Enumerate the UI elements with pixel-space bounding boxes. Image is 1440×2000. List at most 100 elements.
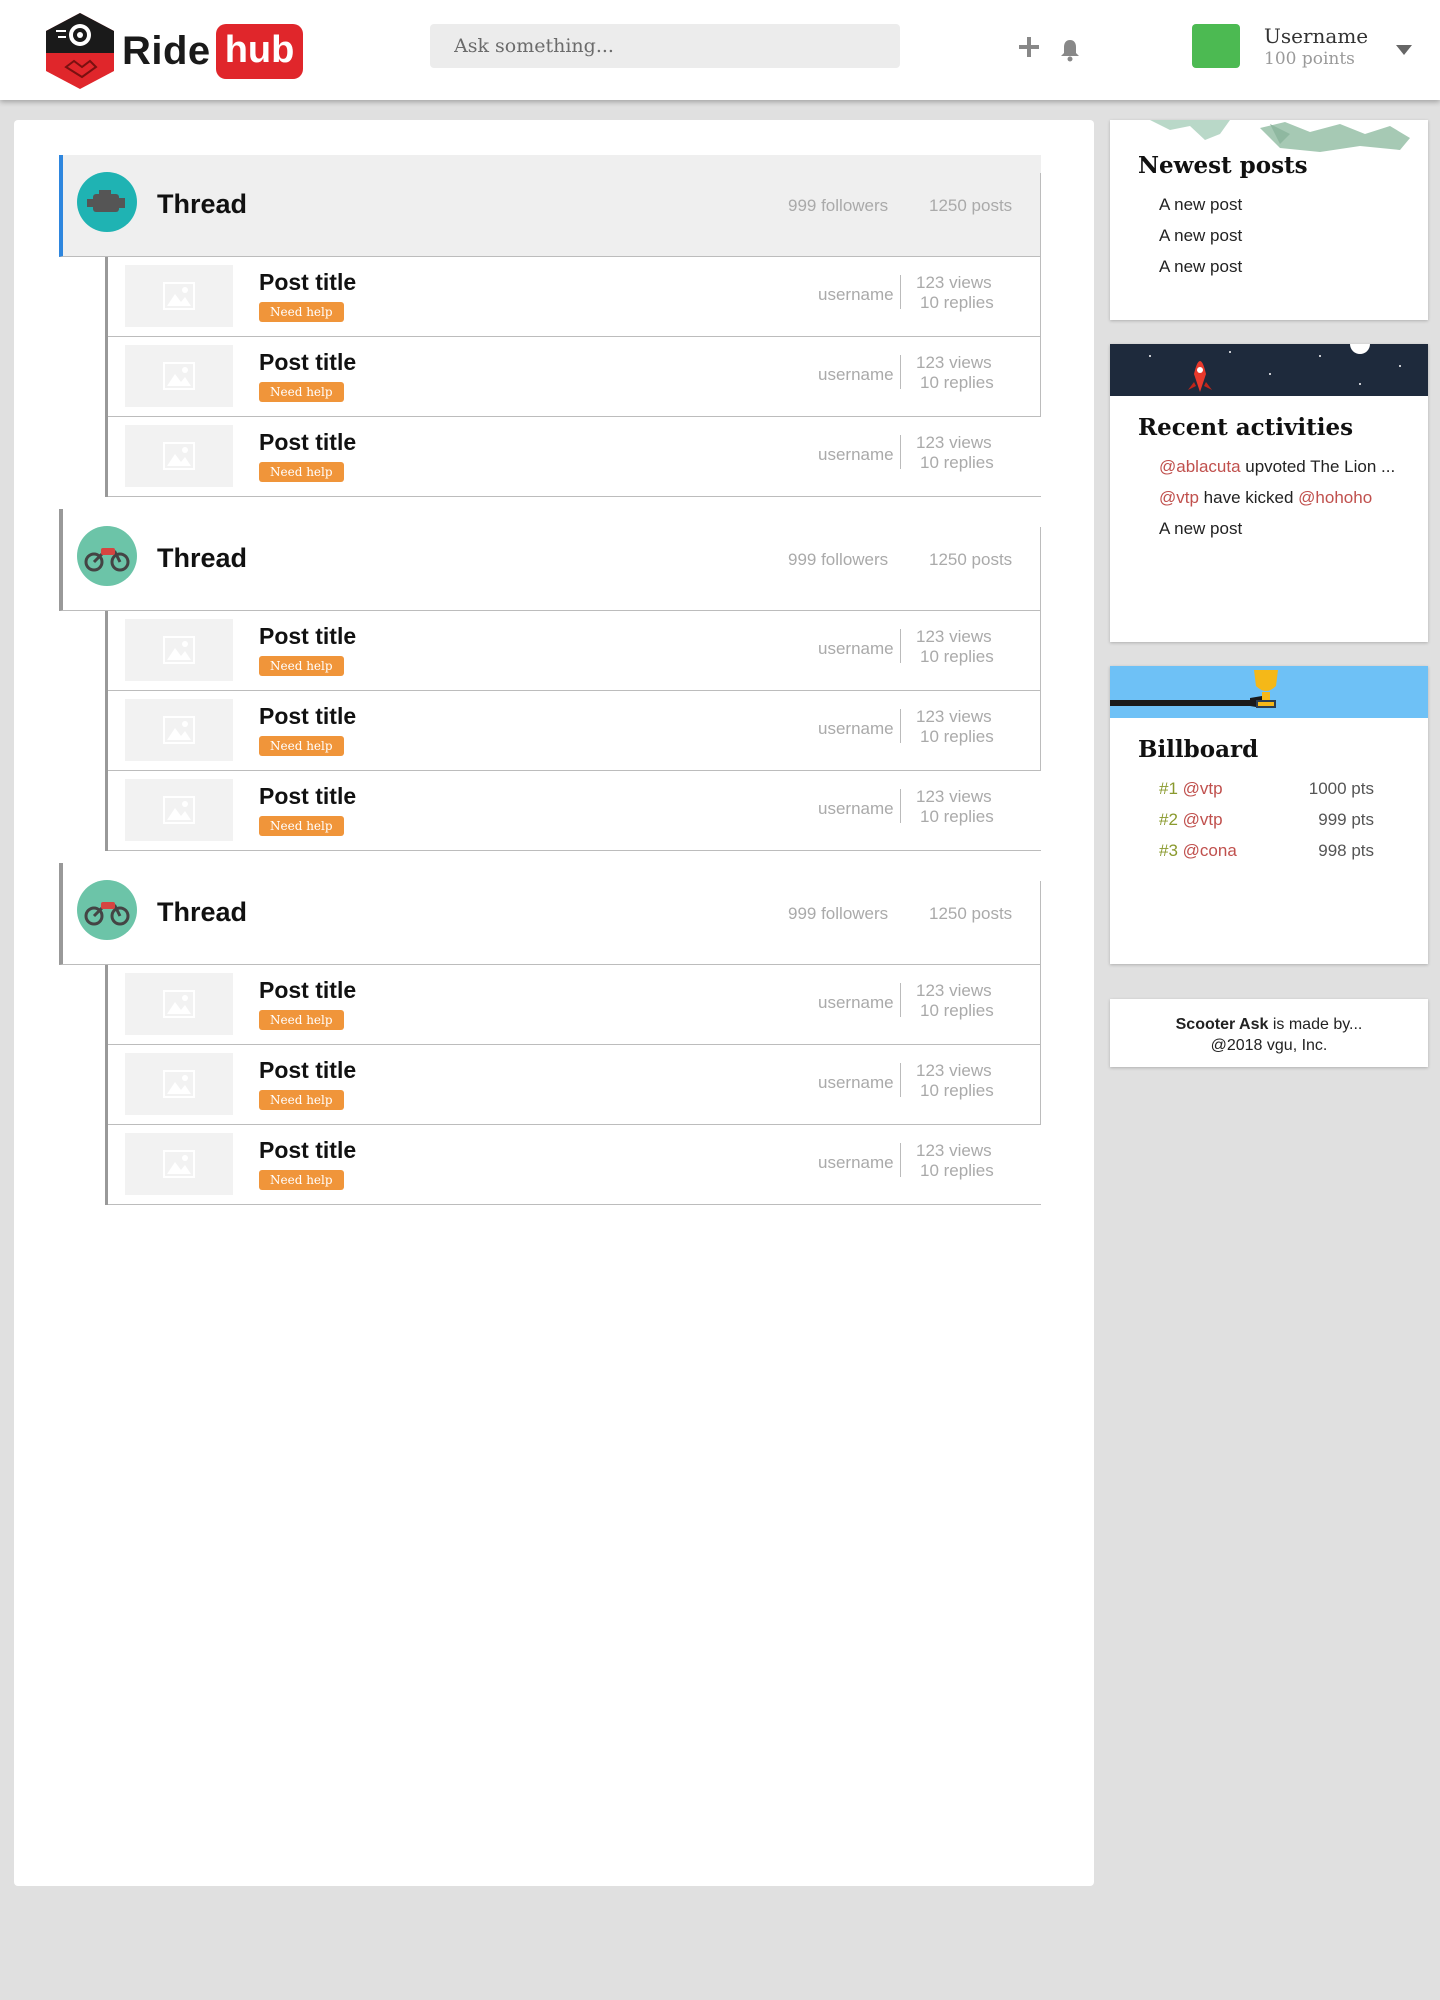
divider bbox=[900, 275, 901, 309]
divider bbox=[900, 1143, 901, 1177]
user-mention-link[interactable]: @ablacuta bbox=[1159, 457, 1241, 476]
thread-header[interactable]: Thread 999 followers 1250 posts bbox=[59, 509, 1041, 611]
trophy-banner bbox=[1110, 666, 1428, 718]
post-author[interactable]: username bbox=[818, 639, 894, 659]
divider bbox=[900, 435, 901, 469]
newest-post-link[interactable]: A new post bbox=[1159, 189, 1428, 220]
image-placeholder-icon bbox=[125, 699, 233, 761]
thread-title[interactable]: Thread bbox=[157, 543, 247, 574]
post-row[interactable]: Post title Need help username 123 views … bbox=[108, 1125, 1041, 1205]
post-author[interactable]: username bbox=[818, 719, 894, 739]
rank-label: #2 bbox=[1159, 810, 1178, 829]
newest-post-link[interactable]: A new post bbox=[1159, 220, 1428, 251]
user-avatar[interactable] bbox=[1192, 24, 1240, 68]
post-views: 123 views bbox=[916, 981, 992, 1000]
user-mention-link[interactable]: @cona bbox=[1183, 841, 1237, 860]
post-row[interactable]: Post title Need help username 123 views … bbox=[108, 771, 1041, 851]
post-views: 123 views bbox=[916, 707, 992, 726]
post-row[interactable]: Post title Need help username 123 views … bbox=[108, 1045, 1041, 1125]
post-title[interactable]: Post title bbox=[259, 429, 356, 456]
post-list: Post title Need help username 123 views … bbox=[105, 257, 1041, 497]
top-header: Ride hub Username 100 points bbox=[0, 0, 1440, 100]
post-title[interactable]: Post title bbox=[259, 349, 356, 376]
user-mention-link[interactable]: @vtp bbox=[1183, 810, 1223, 829]
post-author[interactable]: username bbox=[818, 1153, 894, 1173]
image-placeholder-icon bbox=[125, 425, 233, 487]
post-author[interactable]: username bbox=[818, 799, 894, 819]
user-points-label: 100 points bbox=[1264, 49, 1355, 69]
recent-activities-title: Recent activities bbox=[1138, 414, 1354, 441]
need-help-badge: Need help bbox=[259, 1010, 344, 1030]
post-row[interactable]: Post title Need help username 123 views … bbox=[108, 965, 1041, 1045]
post-author[interactable]: username bbox=[818, 993, 894, 1013]
points-label: 998 pts bbox=[1318, 841, 1374, 860]
post-title[interactable]: Post title bbox=[259, 623, 356, 650]
need-help-badge: Need help bbox=[259, 816, 344, 836]
logo-hub-text: hub bbox=[215, 23, 304, 79]
footer-copyright: @2018 vgu, Inc. bbox=[1210, 1037, 1328, 1054]
notification-bell-icon[interactable] bbox=[1058, 38, 1082, 67]
ridehub-logo[interactable]: Ride hub bbox=[42, 10, 304, 92]
rank-label: #3 bbox=[1159, 841, 1178, 860]
activity-item: @ablacuta upvoted The Lion ... bbox=[1159, 451, 1428, 482]
post-row[interactable]: Post title Need help username 123 views … bbox=[108, 691, 1041, 771]
search-input[interactable] bbox=[430, 24, 900, 68]
need-help-badge: Need help bbox=[259, 1090, 344, 1110]
thread-followers: 999 followers bbox=[788, 904, 889, 923]
username-label: Username bbox=[1264, 24, 1369, 48]
post-views: 123 views bbox=[916, 273, 992, 292]
post-row[interactable]: Post title Need help username 123 views … bbox=[108, 417, 1041, 497]
need-help-badge: Need help bbox=[259, 382, 344, 402]
thread-block: Thread 999 followers 1250 posts Post tit… bbox=[59, 509, 1041, 851]
activity-text[interactable]: A new post bbox=[1159, 519, 1242, 538]
newest-posts-list: A new post A new post A new post bbox=[1159, 189, 1428, 282]
footer-brand[interactable]: Scooter Ask bbox=[1176, 1016, 1269, 1033]
newest-posts-title: Newest posts bbox=[1138, 152, 1308, 179]
user-mention-link[interactable]: @vtp bbox=[1159, 488, 1199, 507]
post-list: Post title Need help username 123 views … bbox=[105, 611, 1041, 851]
post-row[interactable]: Post title Need help username 123 views … bbox=[108, 257, 1041, 337]
thread-posts-count: 1250 posts bbox=[929, 196, 1013, 215]
leaderboard-row: #2 @vtp 999 pts bbox=[1159, 804, 1428, 835]
post-title[interactable]: Post title bbox=[259, 703, 356, 730]
post-title[interactable]: Post title bbox=[259, 269, 356, 296]
post-views: 123 views bbox=[916, 627, 992, 646]
post-replies: 10 replies bbox=[920, 373, 994, 392]
points-label: 999 pts bbox=[1318, 810, 1374, 829]
thread-header[interactable]: Thread 999 followers 1250 posts bbox=[59, 155, 1041, 257]
post-title[interactable]: Post title bbox=[259, 977, 356, 1004]
thread-title[interactable]: Thread bbox=[157, 189, 247, 220]
post-author[interactable]: username bbox=[818, 285, 894, 305]
post-row[interactable]: Post title Need help username 123 views … bbox=[108, 611, 1041, 691]
rocket-banner bbox=[1110, 344, 1428, 396]
post-list: Post title Need help username 123 views … bbox=[105, 965, 1041, 1205]
post-title[interactable]: Post title bbox=[259, 1137, 356, 1164]
thread-title[interactable]: Thread bbox=[157, 897, 247, 928]
add-icon[interactable] bbox=[1017, 35, 1041, 64]
post-replies: 10 replies bbox=[920, 453, 994, 472]
leaderboard-list: #1 @vtp 1000 pts #2 @vtp 999 pts #3 @cona 9… bbox=[1159, 773, 1428, 866]
billboard-title: Billboard bbox=[1138, 736, 1259, 763]
engine-icon bbox=[77, 172, 137, 232]
chevron-down-icon[interactable] bbox=[1396, 45, 1412, 55]
logo-ride-text: Ride bbox=[122, 28, 211, 73]
recent-activities-list: @ablacuta upvoted The Lion ... @vtp have… bbox=[1159, 451, 1428, 544]
thread-followers: 999 followers bbox=[788, 196, 889, 215]
recent-activities-card: Recent activities @ablacuta upvoted The … bbox=[1110, 344, 1428, 642]
post-replies: 10 replies bbox=[920, 1161, 994, 1180]
image-placeholder-icon bbox=[125, 619, 233, 681]
need-help-badge: Need help bbox=[259, 302, 344, 322]
post-views: 123 views bbox=[916, 1141, 992, 1160]
post-author[interactable]: username bbox=[818, 445, 894, 465]
post-title[interactable]: Post title bbox=[259, 783, 356, 810]
post-title[interactable]: Post title bbox=[259, 1057, 356, 1084]
newest-post-link[interactable]: A new post bbox=[1159, 251, 1428, 282]
user-mention-link[interactable]: @hohoho bbox=[1298, 488, 1372, 507]
thread-header[interactable]: Thread 999 followers 1250 posts bbox=[59, 863, 1041, 965]
post-views: 123 views bbox=[916, 787, 992, 806]
post-author[interactable]: username bbox=[818, 1073, 894, 1093]
user-mention-link[interactable]: @vtp bbox=[1183, 779, 1223, 798]
site-footer: Scooter Ask is made by... @2018 vgu, Inc… bbox=[1110, 999, 1428, 1067]
post-author[interactable]: username bbox=[818, 365, 894, 385]
post-row[interactable]: Post title Need help username 123 views … bbox=[108, 337, 1041, 417]
